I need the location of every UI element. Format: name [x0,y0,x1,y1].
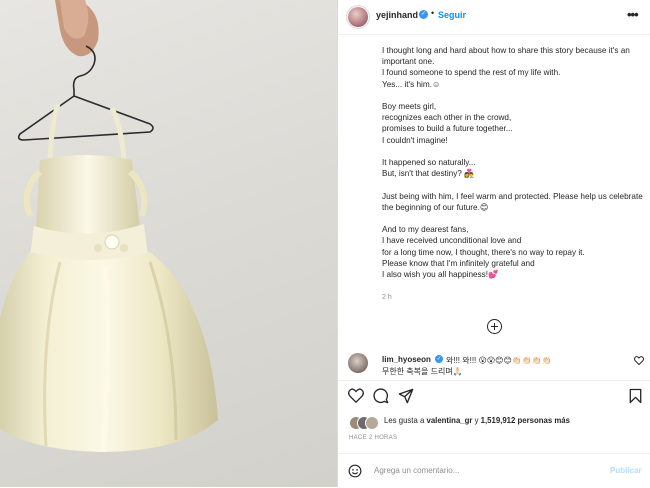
dress-photo [0,0,218,453]
instagram-post: yejinhand ✓ • Seguir ••• I thought long … [0,0,650,487]
add-comment-bar: Agrega un comentario... Publicar [338,453,650,488]
caption-line: I found someone to spend the rest of my … [382,68,561,78]
likes-middle: y [472,416,481,425]
caption-line: Boy meets girl, [382,102,437,111]
liker-username[interactable]: valentina_gr [426,416,472,425]
likes-summary[interactable]: Les gusta a valentina_gr y 1,519,912 per… [384,416,570,425]
add-comment-input[interactable]: Agrega un comentario... [374,466,459,475]
likes-count[interactable]: 1,519,912 [481,416,516,425]
caption-line: Yes... it's him.☺ [382,79,441,89]
comment-text: 와!!! 와!!! 😮😮😊😊👏🏻👏🏻👏🏻👏🏻 [446,356,552,365]
author-username[interactable]: yejinhand [376,10,418,20]
commenter-username[interactable]: lim_hyoseon [382,355,431,364]
caption-line: Just being with him, I feel warm and pro… [382,191,643,212]
save-bookmark-icon[interactable] [629,388,642,404]
publish-button[interactable]: Publicar [610,466,642,475]
caption-line: recognizes each other in the crowd, [382,113,512,123]
verified-badge-icon: ✓ [435,355,443,363]
liker-avatar[interactable] [365,416,379,430]
hanger-frame [17,95,154,141]
verified-badge-icon: ✓ [419,10,428,19]
comment-like-icon[interactable] [634,356,644,365]
caption-line: I also wish you all happiness!💕 [382,270,499,279]
likes-prefix: Les gusta a [384,416,427,425]
like-heart-icon[interactable] [348,388,364,403]
actions-divider [338,380,650,382]
dress-bodice [36,155,140,235]
caption-line: promises to build a future together... [382,124,513,134]
separator-dot: • [431,8,435,18]
likes-suffix[interactable]: personas más [515,416,570,425]
caption-line: I couldn't imagine! [382,135,448,145]
post-caption: I thought long and hard about how to sha… [382,45,644,280]
comment-bubble-icon[interactable] [373,388,389,404]
posted-ago[interactable]: HACE 2 HORAS [349,435,397,441]
commenter-avatar[interactable] [348,353,368,373]
post-image[interactable] [0,0,337,487]
pearl-brooch [104,234,120,250]
author-avatar[interactable] [348,7,368,27]
comment-text-line2: 무한한 축복을 드리며🙏🏻 [382,367,463,376]
caption-line: And to my dearest fans, [382,225,469,235]
caption-line: I have received unconditional love and [382,236,522,246]
load-more-comments-icon[interactable] [487,319,502,334]
caption-line: It happened so naturally... [382,158,476,167]
more-options-icon[interactable]: ••• [627,7,639,22]
caption-line: But, isn't that destiny? 👩‍❤️‍👨 [382,169,475,179]
post-sidebar: yejinhand ✓ • Seguir ••• I thought long … [337,0,650,487]
post-header: yejinhand ✓ • Seguir ••• [338,0,650,35]
caption-timestamp[interactable]: 2 h [382,294,392,301]
follow-button[interactable]: Seguir [438,10,466,20]
caption-line: for a long time now, I thought, there's … [382,247,585,257]
emoji-icon[interactable] [348,464,362,478]
caption-line: I thought long and hard about how to sha… [382,46,630,67]
caption-line: Please know that I'm infinitely grateful… [382,258,535,268]
share-paper-plane-icon[interactable] [398,388,414,404]
